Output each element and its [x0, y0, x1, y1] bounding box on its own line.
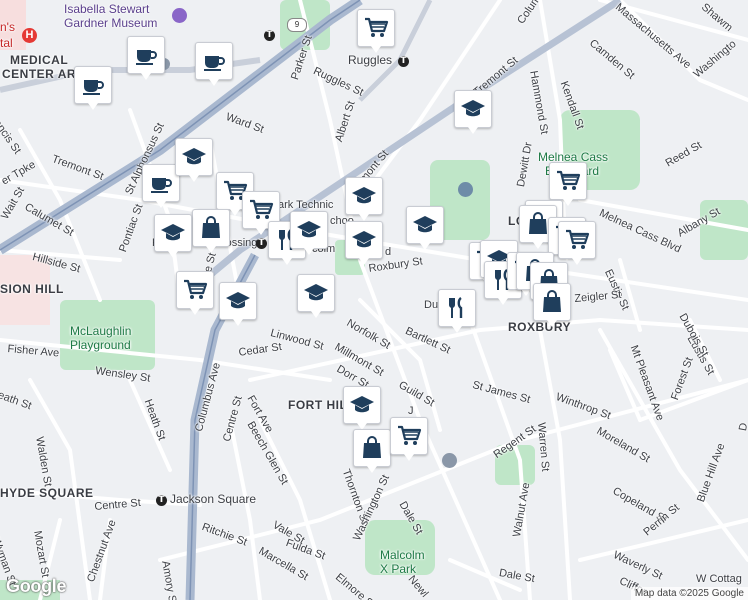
transit-roxbury-crossing-icon[interactable]: T: [256, 238, 267, 249]
school-icon: [303, 280, 329, 306]
grocery-cart-icon: [396, 423, 422, 449]
label-jackson-square: Jackson Square: [170, 492, 257, 506]
map-attribution[interactable]: Map data ©2025 Google: [630, 587, 748, 600]
label-northeastern: ark Technic: [278, 199, 334, 211]
restaurant-icon: [444, 295, 470, 321]
marker-school[interactable]: [290, 211, 328, 255]
street-w-cottage: W Cottag: [696, 573, 742, 585]
school-icon: [351, 227, 377, 253]
label-center-ar: CENTER AR: [2, 67, 77, 81]
label-ruggles-station: Ruggles: [348, 53, 393, 67]
marker-coffee[interactable]: [74, 66, 112, 110]
coffee-icon: [133, 42, 159, 68]
marker-school[interactable]: [345, 221, 383, 265]
museum-icon[interactable]: [172, 8, 187, 23]
marker-coffee[interactable]: [127, 36, 165, 80]
marker-coffee[interactable]: [195, 42, 233, 86]
grocery-cart-icon: [564, 227, 590, 253]
label-mission-hill: SION HILL: [0, 282, 64, 296]
school-icon: [181, 144, 207, 170]
map-canvas[interactable]: Isabella Stewart Gardner Museum H n's ta…: [0, 0, 748, 600]
coffee-icon: [148, 170, 174, 196]
hospital-icon[interactable]: H: [22, 28, 37, 43]
marker-school[interactable]: [406, 206, 444, 250]
label-hyde-square: HYDE SQUARE: [0, 486, 94, 500]
transit-longwood-icon[interactable]: T: [264, 30, 275, 41]
landmark-icon[interactable]: [458, 182, 473, 197]
transit-jackson-icon[interactable]: T: [156, 495, 167, 506]
label-malcolm-2: X Park: [380, 562, 417, 576]
label-j: J: [408, 405, 414, 417]
grocery-cart-icon: [555, 168, 581, 194]
grocery-cart-icon: [363, 15, 389, 41]
school-icon: [349, 392, 375, 418]
label-gardner: Gardner Museum: [64, 16, 158, 30]
label-medical: MEDICAL: [10, 53, 69, 67]
marker-grocery-cart[interactable]: [357, 9, 395, 53]
school-icon: [351, 183, 377, 209]
marker-school[interactable]: [343, 386, 381, 430]
community-center-icon[interactable]: [442, 453, 457, 468]
marker-shopping-bag[interactable]: [533, 283, 571, 327]
marker-grocery-cart[interactable]: [549, 162, 587, 206]
school-icon: [460, 96, 486, 122]
label-mclaughlin-1: McLaughlin: [70, 324, 132, 338]
shopping-bag-icon: [198, 215, 224, 241]
marker-grocery-cart[interactable]: [176, 271, 214, 315]
google-logo[interactable]: Google: [6, 576, 67, 597]
marker-school[interactable]: [297, 274, 335, 318]
street-d: D: [737, 421, 748, 432]
marker-school[interactable]: [154, 214, 192, 258]
label-hospital-fragment: n's: [0, 20, 15, 34]
coffee-icon: [80, 72, 106, 98]
marker-grocery-cart[interactable]: [558, 221, 596, 265]
marker-restaurant[interactable]: [438, 289, 476, 333]
label-hospital-fragment2: tal: [0, 36, 13, 50]
label-roxbury: ROXBURY: [508, 320, 572, 334]
school-icon: [160, 220, 186, 246]
label-lincoln-d: d: [385, 246, 392, 258]
shopping-bag-icon: [359, 435, 385, 461]
marker-shopping-bag[interactable]: [353, 429, 391, 473]
marker-grocery-cart[interactable]: [390, 417, 428, 461]
marker-school[interactable]: [454, 90, 492, 134]
transit-ruggles-icon[interactable]: T: [398, 56, 409, 67]
shopping-bag-icon: [539, 289, 565, 315]
school-icon: [225, 288, 251, 314]
label-malcolm-1: Malcolm: [380, 548, 425, 562]
route-9-shield: 9: [287, 18, 307, 32]
grocery-cart-icon: [248, 197, 274, 223]
marker-school[interactable]: [219, 282, 257, 326]
marker-shopping-bag[interactable]: [192, 209, 230, 253]
label-mclaughlin-2: Playground: [70, 338, 131, 352]
marker-school[interactable]: [175, 138, 213, 182]
marker-school[interactable]: [345, 177, 383, 221]
coffee-icon: [201, 48, 227, 74]
grocery-cart-icon: [182, 277, 208, 303]
school-icon: [412, 212, 438, 238]
school-icon: [296, 217, 322, 243]
label-isabella: Isabella Stewart: [64, 2, 150, 16]
